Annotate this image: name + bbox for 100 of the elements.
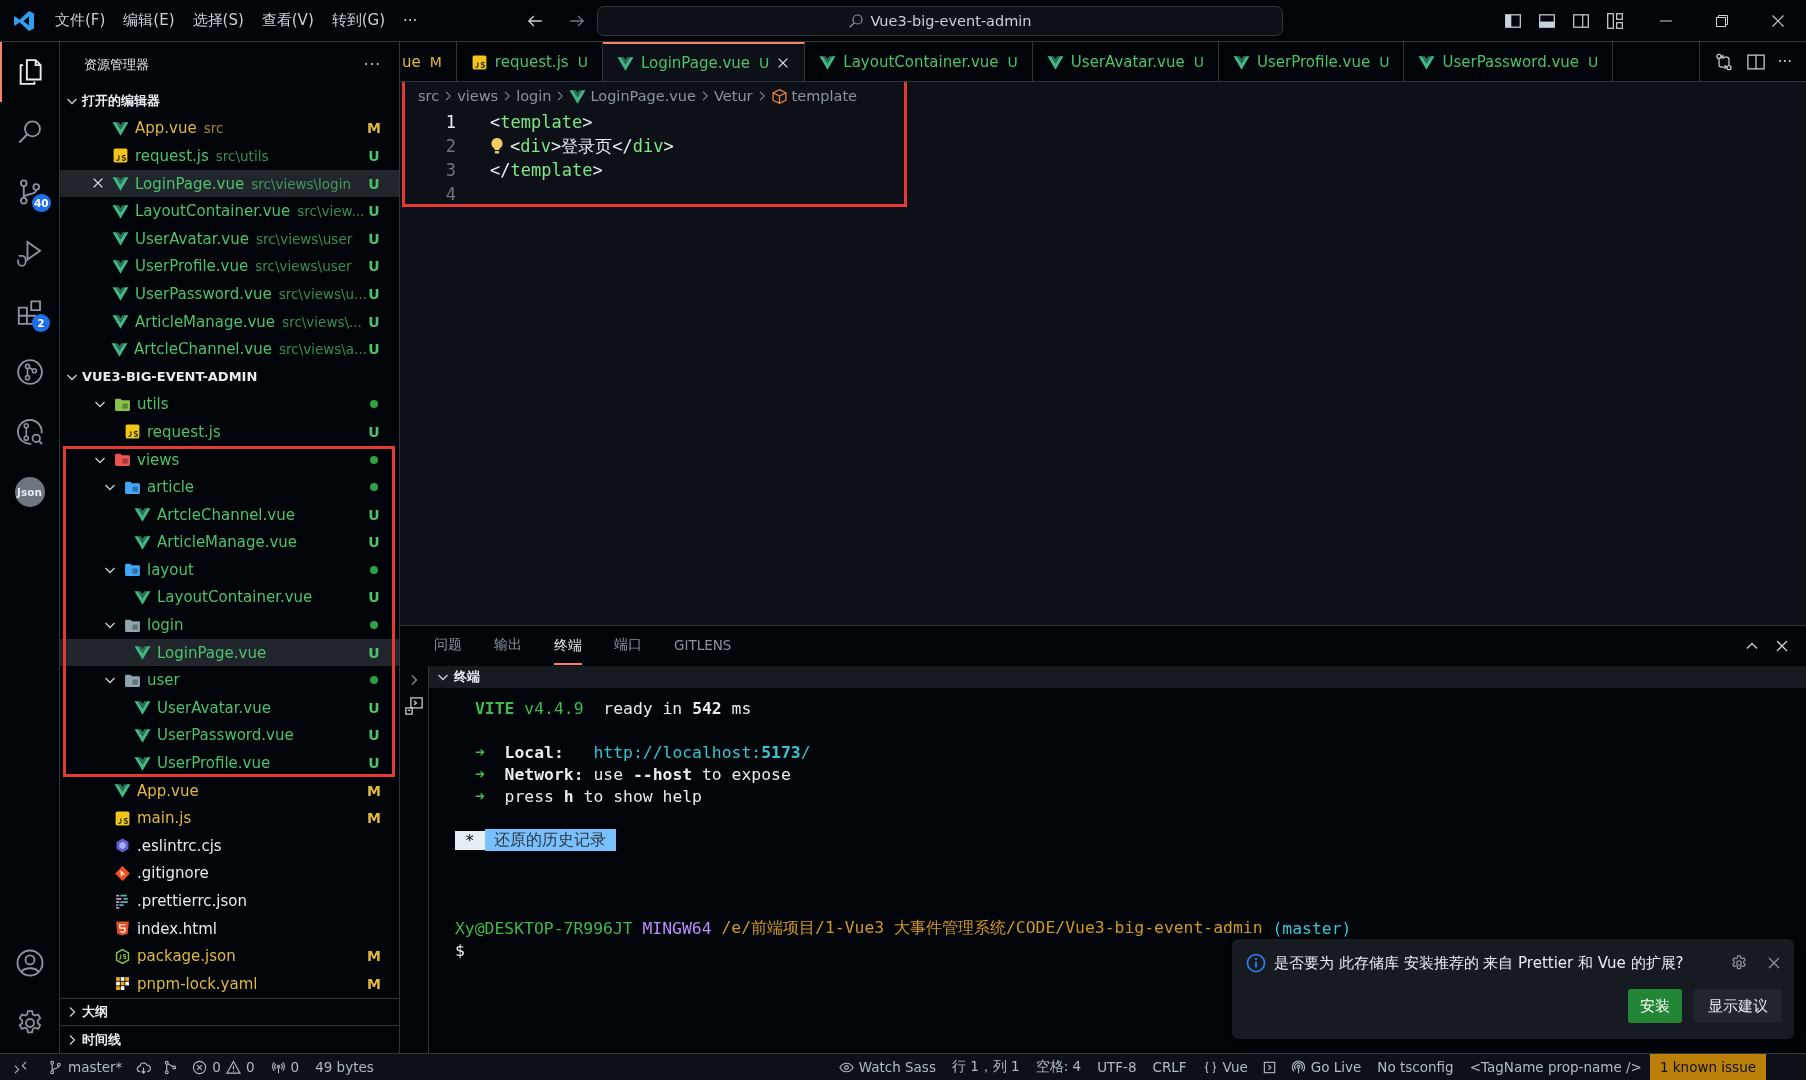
file-item[interactable]: ArticleManage.vue U: [60, 528, 399, 557]
lightbulb-icon[interactable]: [490, 137, 504, 155]
compare-branch-icon[interactable]: [163, 1059, 179, 1075]
open-editor-item[interactable]: request.js src\utils U: [60, 142, 399, 170]
close-icon[interactable]: [1766, 955, 1782, 971]
split-editor-icon[interactable]: [1745, 51, 1766, 72]
breadcrumb-item[interactable]: template: [770, 87, 857, 105]
open-editor-item[interactable]: App.vue src M: [60, 114, 399, 143]
status-item[interactable]: Vue: [1194, 1054, 1256, 1080]
breadcrumb-item[interactable]: login: [516, 88, 552, 104]
more-button[interactable]: ···: [1777, 52, 1792, 71]
panel-tab[interactable]: 问题: [422, 626, 474, 666]
menu-item[interactable]: 编辑(E): [114, 7, 184, 34]
file-item[interactable]: UserAvatar.vue U: [60, 694, 399, 722]
file-item[interactable]: package.json M: [60, 942, 399, 970]
section-header[interactable]: 打开的编辑器: [82, 91, 160, 110]
panel-tab[interactable]: 端口: [602, 626, 654, 666]
file-item[interactable]: .gitignore: [60, 859, 399, 888]
open-editor-item[interactable]: UserAvatar.vue src\views\user U: [60, 224, 399, 253]
open-editor-item[interactable]: UserProfile.vue src\views\user U: [60, 252, 399, 281]
terminal-title[interactable]: 终端: [454, 668, 480, 686]
open-editor-item[interactable]: ArtcleChannel.vue src\views\a...U: [60, 335, 399, 363]
file-item[interactable]: UserProfile.vue U: [60, 749, 399, 777]
folder-item[interactable]: views: [60, 445, 399, 474]
status-item[interactable]: CRLF: [1144, 1054, 1195, 1080]
git-status-label: U: [367, 313, 381, 330]
menu-item[interactable]: 文件(F): [46, 7, 115, 34]
status-item[interactable]: <TagName prop-name />: [1461, 1054, 1650, 1080]
editor-tab[interactable]: ue M: [400, 42, 457, 81]
status-item[interactable]: Go Live: [1282, 1054, 1370, 1080]
open-editor-item[interactable]: ArticleManage.vue src\views\... U: [60, 307, 399, 336]
app-logo-icon: [12, 8, 36, 33]
v-shape-icon: [569, 87, 587, 105]
status-item[interactable]: 49 bytes: [307, 1054, 382, 1080]
settings-icon[interactable]: [1730, 954, 1748, 972]
more-button[interactable]: ···: [394, 7, 427, 34]
v-shape-icon: [616, 54, 634, 72]
problems-button[interactable]: 0 0: [184, 1054, 263, 1080]
open-editor-item[interactable]: UserPassword.vue src\views\u...U: [60, 280, 399, 308]
account-icon[interactable]: [14, 948, 45, 978]
json-view-button[interactable]: Json: [14, 477, 45, 507]
menu-item[interactable]: 查看(V): [252, 7, 323, 34]
status-item[interactable]: 行 1，列 1: [943, 1054, 1028, 1080]
folder-item[interactable]: layout: [60, 556, 399, 584]
graph-node-icon[interactable]: [14, 357, 45, 387]
code-token: div: [632, 136, 664, 156]
branch-lens-icon[interactable]: [14, 417, 45, 447]
open-editor-item[interactable]: LoginPage.vue src\views\login U: [60, 169, 399, 198]
file-item[interactable]: LoginPage.vue U: [60, 638, 399, 667]
status-item[interactable]: Watch Sass: [830, 1054, 944, 1080]
open-editor-item[interactable]: LayoutContainer.vue src\view... U: [60, 197, 399, 225]
git-status-label: U: [367, 341, 381, 358]
folder-item[interactable]: utils: [60, 390, 399, 419]
status-item[interactable]: 1 known issue: [1649, 1054, 1766, 1080]
search-field[interactable]: Vue3-big-event-admin: [597, 5, 1283, 36]
branch-button[interactable]: master*: [40, 1054, 131, 1080]
file-item[interactable]: ArtcleChannel.vue U: [60, 500, 399, 529]
folder-item[interactable]: user: [60, 666, 399, 695]
file-item[interactable]: LayoutContainer.vue U: [60, 583, 399, 612]
primary-button[interactable]: 安装: [1628, 989, 1682, 1023]
file-item[interactable]: .prettierrc.json: [60, 887, 399, 915]
section-header[interactable]: 时间线: [82, 1030, 121, 1049]
code-token: 登录页: [561, 134, 613, 158]
folder-item[interactable]: article: [60, 473, 399, 501]
file-item[interactable]: UserPassword.vue U: [60, 721, 399, 750]
breadcrumb-item[interactable]: views: [457, 88, 499, 104]
file-item[interactable]: .eslintrc.cjs: [60, 832, 399, 860]
file-item[interactable]: App.vue M: [60, 776, 399, 805]
breadcrumb-item[interactable]: src: [418, 88, 440, 104]
v-shape-icon: [112, 119, 129, 137]
breadcrumb-item[interactable]: Vetur: [714, 88, 753, 104]
close-icon: [1770, 12, 1786, 29]
panel-tab[interactable]: GITLENS: [662, 626, 744, 666]
panel-tab[interactable]: 输出: [482, 626, 534, 666]
close-icon[interactable]: [1774, 638, 1790, 654]
file-item[interactable]: main.js M: [60, 804, 399, 833]
status-item[interactable]: 空格: 4: [1027, 1054, 1090, 1080]
cloud-sync-icon[interactable]: [136, 1059, 152, 1075]
section-header[interactable]: VUE3-BIG-EVENT-ADMIN: [82, 369, 258, 385]
terminal-icon[interactable]: [404, 696, 424, 716]
status-item[interactable]: UTF-8: [1089, 1054, 1145, 1080]
compare-icon[interactable]: [1713, 51, 1734, 72]
git-status-label: U: [1588, 54, 1599, 70]
line-number: 1: [444, 112, 456, 132]
file-item[interactable]: pnpm-lock.yaml M: [60, 970, 399, 998]
feedback-box-icon[interactable]: [1261, 1059, 1277, 1075]
editor-tab[interactable]: LoginPage.vue U: [602, 42, 806, 81]
menu-item[interactable]: 选择(S): [183, 7, 253, 34]
breadcrumb-item[interactable]: LoginPage.vue: [569, 87, 696, 105]
secondary-button[interactable]: 显示建议: [1694, 989, 1782, 1023]
file-item[interactable]: request.js U: [60, 418, 399, 446]
section-header[interactable]: 大纲: [82, 1003, 108, 1022]
status-item[interactable]: No tsconfig: [1369, 1054, 1462, 1080]
folder-item[interactable]: login: [60, 611, 399, 639]
v-shape-icon: [134, 506, 151, 524]
terminal-text: ➜: [475, 742, 485, 762]
status-item[interactable]: 0: [262, 1054, 308, 1080]
menu-item[interactable]: 转到(G): [322, 7, 395, 34]
file-item[interactable]: index.html: [60, 914, 399, 943]
more-button[interactable]: ···: [363, 55, 381, 74]
